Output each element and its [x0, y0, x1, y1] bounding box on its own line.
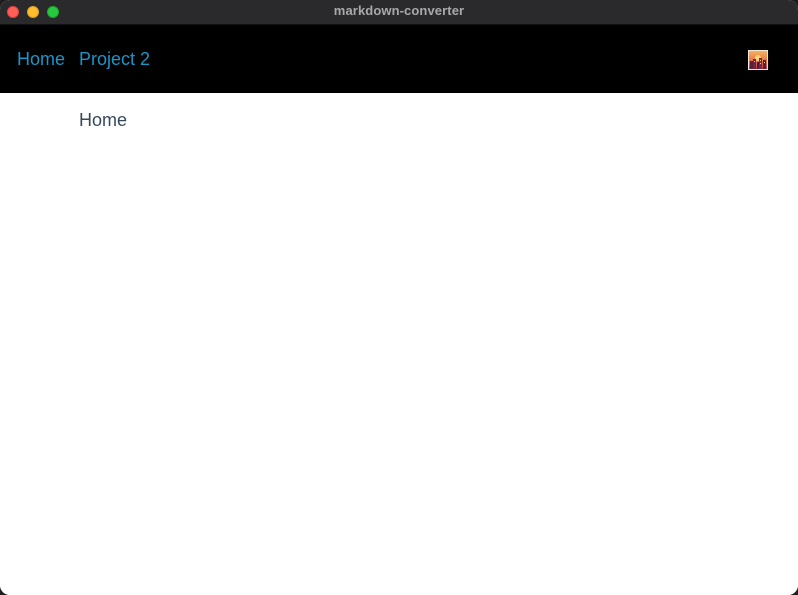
top-navbar: Home Project 2 [0, 25, 798, 93]
page-heading: Home [79, 110, 128, 130]
sunset-city-image-icon-graphic [748, 50, 768, 70]
title-bar[interactable]: markdown-converter [0, 0, 798, 25]
window-title: markdown-converter [333, 3, 465, 18]
sunset-city-image-icon[interactable] [748, 50, 768, 70]
main-content: Home [0, 93, 798, 595]
nav-link-project-2[interactable]: Project 2 [79, 48, 150, 70]
app-window: markdown-converter Home Project 2 Home [0, 0, 798, 595]
nav-link-home[interactable]: Home [17, 48, 65, 70]
